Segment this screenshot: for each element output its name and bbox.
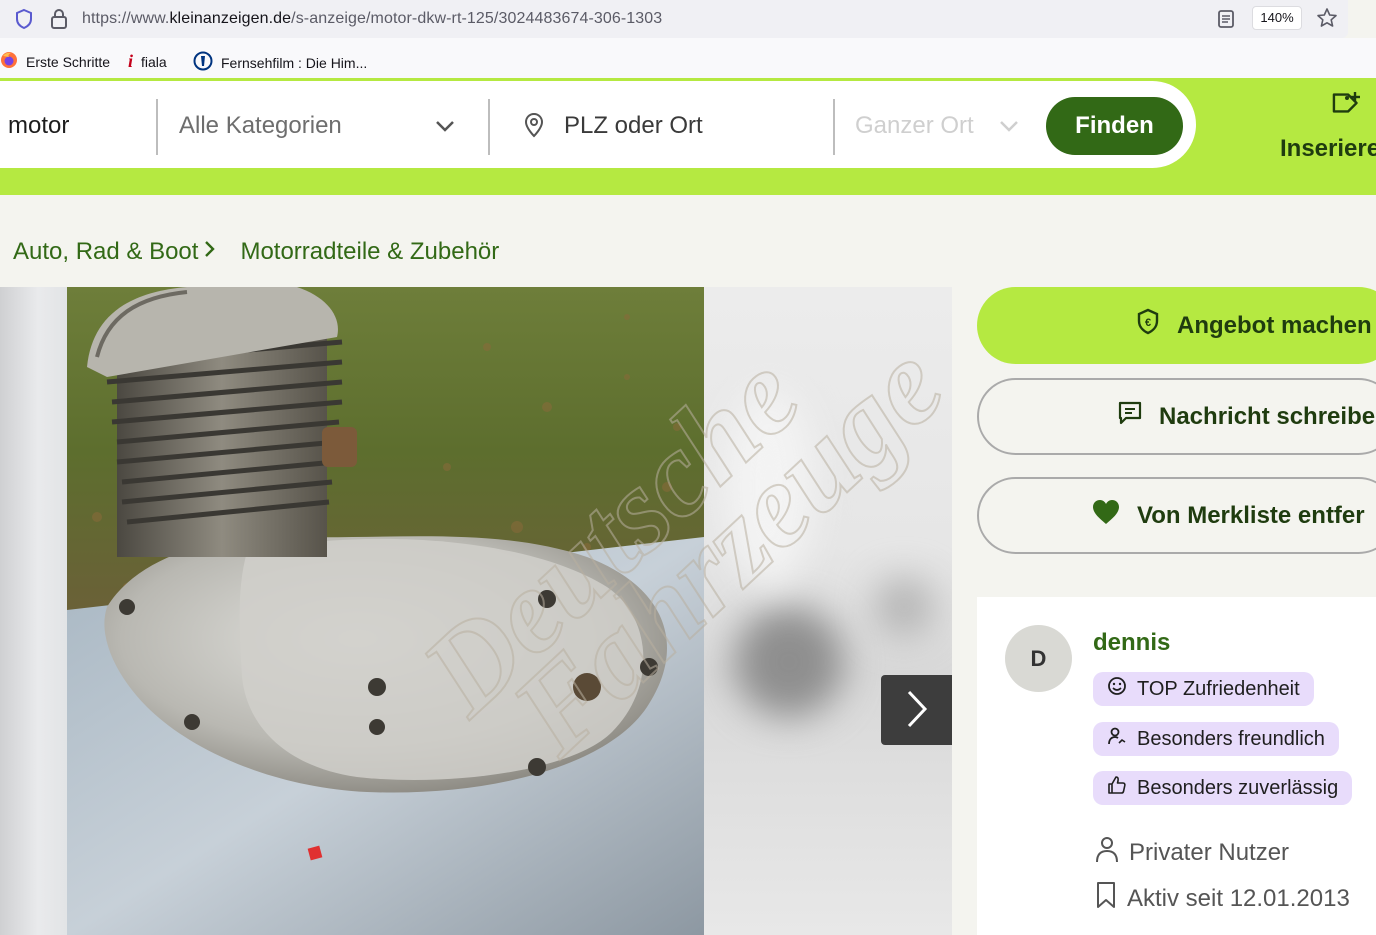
post-ad-button[interactable]: Inseriere: [1280, 88, 1376, 163]
category-select[interactable]: Alle Kategorien: [179, 112, 342, 140]
divider: [156, 99, 158, 155]
next-image-preview: [704, 287, 952, 935]
chevron-right-icon: [904, 689, 930, 732]
radius-select[interactable]: Ganzer Ort: [855, 112, 974, 140]
send-message-label: Nachricht schreibe: [1159, 402, 1376, 430]
badge-label: Besonders freundlich: [1137, 727, 1325, 750]
url-text[interactable]: https://www.kleinanzeigen.de/s-anzeige/m…: [82, 10, 662, 28]
avatar[interactable]: D: [1005, 625, 1072, 692]
divider: [488, 99, 490, 155]
send-message-button[interactable]: Nachricht schreibe: [977, 378, 1376, 455]
reader-view-icon[interactable]: [1216, 8, 1236, 35]
breadcrumb-item-auto-rad-boot[interactable]: Auto, Rad & Boot: [13, 238, 198, 266]
bookmark-fernsehfilm[interactable]: Fernsehfilm : Die Him...: [193, 51, 367, 74]
make-offer-label: Angebot machen: [1177, 311, 1372, 339]
search-bar: motor Alle Kategorien PLZ oder Ort Ganze…: [0, 81, 1196, 168]
chevron-down-icon[interactable]: [998, 119, 1020, 138]
seller-name[interactable]: dennis: [1093, 629, 1170, 657]
search-query-input[interactable]: motor: [8, 112, 69, 140]
badge-label: TOP Zufriedenheit: [1137, 677, 1300, 700]
seller-active-since: Aktiv seit 12.01.2013: [1095, 881, 1350, 916]
breadcrumb-item-motorradteile[interactable]: Motorradteile & Zubehör: [240, 238, 499, 266]
smiley-icon: [1107, 676, 1127, 702]
badge-label: Besonders zuverlässig: [1137, 776, 1339, 799]
bookmark-star-icon[interactable]: [1316, 7, 1338, 34]
info-icon: i: [128, 51, 134, 71]
person-icon: [1095, 835, 1119, 870]
seller-type: Privater Nutzer: [1095, 835, 1289, 870]
euro-shield-icon: €: [1135, 308, 1161, 343]
bookmark-icon: [1095, 881, 1117, 916]
remove-from-watchlist-button[interactable]: Von Merkliste entfer: [977, 477, 1376, 554]
url-path: /s-anzeige/motor-dkw-rt-125/3024483674-3…: [291, 10, 663, 27]
badge-besonders-zuverlaessig: Besonders zuverlässig: [1093, 771, 1353, 805]
bookmark-label: Erste Schritte: [26, 53, 111, 70]
breadcrumb: Auto, Rad & Boot Motorradteile & Zubehör: [13, 238, 499, 266]
heart-icon: [1091, 498, 1121, 533]
svg-text:€: €: [1145, 317, 1151, 329]
url-prefix: https://www.: [82, 10, 170, 27]
make-offer-button[interactable]: € Angebot machen: [977, 287, 1376, 364]
firefox-icon: [0, 51, 18, 72]
badge-top-zufriedenheit: TOP Zufriedenheit: [1093, 672, 1314, 706]
tracking-protection-shield-icon[interactable]: [14, 8, 34, 35]
product-photo-engine[interactable]: [67, 287, 704, 935]
bookmarks-toolbar: Erste Schritte i fiala Fernsehfilm : Die…: [0, 38, 1376, 80]
bookmark-erste-schritte[interactable]: Erste Schritte: [0, 51, 110, 72]
chat-bubble-icon: [1117, 400, 1143, 433]
location-pin-icon: [522, 111, 546, 144]
chevron-right-icon: [204, 238, 216, 266]
badge-besonders-freundlich: Besonders freundlich: [1093, 722, 1339, 756]
watchlist-label: Von Merkliste entfer: [1137, 501, 1365, 529]
site-header: motor Alle Kategorien PLZ oder Ort Ganze…: [0, 78, 1376, 195]
chevron-down-icon[interactable]: [434, 119, 456, 138]
seller-card: D dennis TOP Zufriedenheit Besonders fre…: [977, 597, 1376, 935]
bookmark-label: fiala: [141, 53, 167, 70]
thumbs-up-icon: [1107, 775, 1127, 801]
lock-icon[interactable]: [50, 8, 68, 35]
bookmark-fiala[interactable]: i fiala: [128, 51, 167, 72]
seller-type-label: Privater Nutzer: [1129, 838, 1290, 866]
find-button[interactable]: Finden: [1046, 97, 1183, 155]
bookmark-label: Fernsehfilm : Die Him...: [221, 54, 368, 71]
tag-plus-icon: [1324, 88, 1364, 131]
person-wave-icon: [1107, 726, 1127, 752]
active-since-label: Aktiv seit 12.01.2013: [1127, 884, 1350, 912]
location-input[interactable]: PLZ oder Ort: [564, 112, 703, 140]
zoom-level-button[interactable]: 140%: [1252, 6, 1302, 30]
post-ad-label: Inseriere: [1280, 135, 1376, 162]
browser-url-bar[interactable]: https://www.kleinanzeigen.de/s-anzeige/m…: [0, 0, 1348, 38]
image-gallery: [0, 287, 952, 935]
next-image-button[interactable]: [881, 675, 952, 745]
url-domain: kleinanzeigen.de: [169, 10, 292, 27]
ard-icon: [193, 51, 213, 74]
divider: [833, 99, 835, 155]
